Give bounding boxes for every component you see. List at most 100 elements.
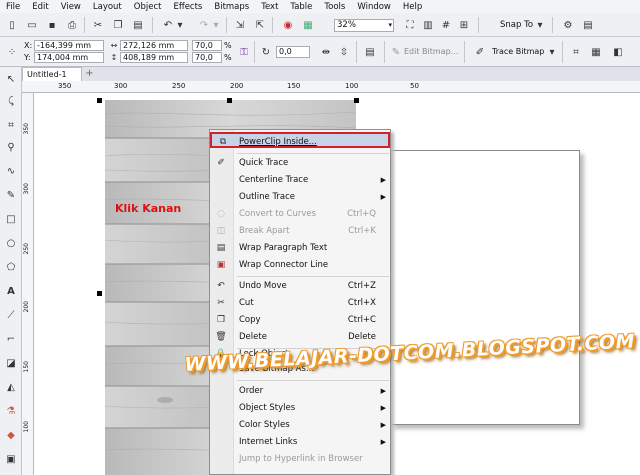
resample-icon[interactable]: ▦ bbox=[588, 44, 604, 60]
horizontal-ruler[interactable]: 350 300 250 200 150 100 50 bbox=[22, 81, 640, 93]
print-icon[interactable]: ⎙ bbox=[64, 17, 80, 33]
menu-item-quick-trace[interactable]: ✐ Quick Trace bbox=[210, 155, 390, 171]
rulers-icon[interactable]: ▥ bbox=[420, 17, 436, 33]
polygon-tool-icon[interactable]: ⬠ bbox=[3, 259, 19, 275]
copy-icon[interactable]: ❐ bbox=[110, 17, 126, 33]
menu-item-undo-move[interactable]: ↶ Undo Move Ctrl+Z bbox=[210, 278, 390, 294]
selection-handle[interactable] bbox=[354, 98, 359, 103]
redo-icon[interactable]: ↷ bbox=[196, 17, 212, 33]
percent-label: % bbox=[224, 53, 232, 62]
chevron-down-icon[interactable]: ▾ bbox=[176, 17, 184, 33]
menu-item-object-styles[interactable]: Object Styles ▶ bbox=[210, 400, 390, 416]
menu-item-centerline-trace[interactable]: Centerline Trace ▶ bbox=[210, 172, 390, 188]
menu-bitmaps[interactable]: Bitmaps bbox=[214, 2, 249, 12]
selection-handle[interactable] bbox=[97, 98, 102, 103]
chevron-down-icon[interactable]: ▾ bbox=[212, 17, 220, 33]
menu-item-convert-to-curves[interactable]: ◌ Convert to Curves Ctrl+Q bbox=[210, 206, 390, 222]
welcome-screen-icon[interactable]: ▦ bbox=[300, 17, 316, 33]
launch-icon[interactable]: ▤ bbox=[580, 17, 596, 33]
text-tool-icon[interactable]: A bbox=[3, 283, 19, 299]
artistic-media-icon[interactable]: ✎ bbox=[3, 187, 19, 203]
pick-tool-icon[interactable]: ↖ bbox=[3, 71, 19, 87]
width-field[interactable]: 272,126 mm bbox=[120, 40, 188, 51]
chevron-down-icon[interactable]: ▾ bbox=[548, 44, 556, 60]
export-icon[interactable]: ⇱ bbox=[252, 17, 268, 33]
mirror-horizontal-icon[interactable]: ⇹ bbox=[318, 44, 334, 60]
height-field[interactable]: 408,189 mm bbox=[120, 52, 188, 63]
drop-shadow-icon[interactable]: ◪ bbox=[3, 355, 19, 371]
freehand-tool-icon[interactable]: ∿ bbox=[3, 163, 19, 179]
chevron-down-icon[interactable]: ▾ bbox=[536, 17, 544, 33]
menu-edit[interactable]: Edit bbox=[32, 2, 48, 12]
menu-object[interactable]: Object bbox=[134, 2, 162, 12]
object-origin-icon[interactable]: ⁘ bbox=[4, 44, 20, 60]
menu-item-powerclip-inside[interactable]: ⧉ PowerClip Inside... bbox=[210, 132, 390, 148]
import-icon[interactable]: ⇲ bbox=[232, 17, 248, 33]
menu-item-color-styles[interactable]: Color Styles ▶ bbox=[210, 417, 390, 433]
guidelines-icon[interactable]: ⊞ bbox=[456, 17, 472, 33]
menu-item-copy[interactable]: ❐ Copy Ctrl+C bbox=[210, 312, 390, 328]
rotation-angle-field[interactable]: 0,0 bbox=[276, 46, 310, 58]
vertical-ruler[interactable]: 350 300 250 200 150 100 bbox=[22, 93, 34, 475]
selection-handle[interactable] bbox=[227, 98, 232, 103]
crop-tool-icon[interactable]: ⌗ bbox=[3, 117, 19, 133]
transparency-icon[interactable]: ◭ bbox=[3, 379, 19, 395]
menu-item-delete[interactable]: 🗑 Delete Delete bbox=[210, 329, 390, 345]
snap-to-button[interactable]: Snap To bbox=[500, 20, 533, 30]
trace-bitmap-button[interactable]: Trace Bitmap bbox=[492, 47, 544, 56]
eyedropper-icon[interactable]: ⚗ bbox=[3, 403, 19, 419]
paste-icon[interactable]: ▤ bbox=[130, 17, 146, 33]
scale-y-field[interactable]: 70,0 bbox=[192, 52, 222, 63]
selection-handle[interactable] bbox=[97, 291, 102, 296]
lock-ratio-icon[interactable]: ⚿ bbox=[236, 44, 252, 60]
chevron-down-icon[interactable]: ▾ bbox=[388, 20, 392, 31]
edit-bitmap-button[interactable]: Edit Bitmap... bbox=[404, 47, 458, 56]
crop-bitmap-icon[interactable]: ⌗ bbox=[568, 44, 584, 60]
menu-table[interactable]: Table bbox=[290, 2, 312, 12]
x-position-field[interactable]: -164,399 mm bbox=[34, 40, 104, 51]
parallel-dimension-icon[interactable]: ⟋ bbox=[3, 307, 19, 323]
zoom-tool-icon[interactable]: ⚲ bbox=[3, 139, 19, 155]
y-position-field[interactable]: 174,004 mm bbox=[34, 52, 104, 63]
wrap-text-icon[interactable]: ▤ bbox=[362, 44, 378, 60]
open-icon[interactable]: ▭ bbox=[24, 17, 40, 33]
add-tab-icon[interactable]: + bbox=[84, 69, 95, 80]
menu-item-jump-to-hyperlink[interactable]: Jump to Hyperlink in Browser bbox=[210, 451, 390, 467]
shape-tool-icon[interactable]: ⤹ bbox=[3, 93, 19, 109]
menu-item-wrap-connector-line[interactable]: ▣ Wrap Connector Line bbox=[210, 257, 390, 273]
menu-item-cut[interactable]: ✂ Cut Ctrl+X bbox=[210, 295, 390, 311]
edit-bitmap-icon[interactable]: ✎ bbox=[388, 44, 404, 60]
fill-tool-icon[interactable]: ◆ bbox=[3, 427, 19, 443]
cut-icon[interactable]: ✂ bbox=[90, 17, 106, 33]
mirror-vertical-icon[interactable]: ⇳ bbox=[336, 44, 352, 60]
menu-tools[interactable]: Tools bbox=[324, 2, 345, 12]
undo-icon[interactable]: ↶ bbox=[160, 17, 176, 33]
save-icon[interactable]: ▪ bbox=[44, 17, 60, 33]
bitmap-color-mask-icon[interactable]: ◧ bbox=[610, 44, 626, 60]
connector-tool-icon[interactable]: ⌐ bbox=[3, 331, 19, 347]
menu-view[interactable]: View bbox=[61, 2, 81, 12]
options-icon[interactable]: ⚙ bbox=[560, 17, 576, 33]
scale-x-field[interactable]: 70,0 bbox=[192, 40, 222, 51]
zoom-level-field[interactable]: 32% ▾ bbox=[334, 19, 394, 32]
menu-item-order[interactable]: Order ▶ bbox=[210, 383, 390, 399]
menu-layout[interactable]: Layout bbox=[93, 2, 122, 12]
ellipse-tool-icon[interactable]: ○ bbox=[3, 235, 19, 251]
corel-app-icon[interactable]: ◉ bbox=[280, 17, 296, 33]
menu-item-internet-links[interactable]: Internet Links ▶ bbox=[210, 434, 390, 450]
smart-fill-icon[interactable]: ▣ bbox=[3, 451, 19, 467]
rectangle-tool-icon[interactable]: □ bbox=[3, 211, 19, 227]
menu-window[interactable]: Window bbox=[357, 2, 391, 12]
grid-icon[interactable]: # bbox=[438, 17, 454, 33]
trace-bitmap-icon[interactable]: ✐ bbox=[472, 44, 488, 60]
full-screen-icon[interactable]: ⛶ bbox=[402, 17, 418, 33]
menu-text[interactable]: Text bbox=[261, 2, 278, 12]
menu-file[interactable]: File bbox=[6, 2, 20, 12]
menu-item-outline-trace[interactable]: Outline Trace ▶ bbox=[210, 189, 390, 205]
menu-item-wrap-paragraph-text[interactable]: ▤ Wrap Paragraph Text bbox=[210, 240, 390, 256]
document-tab[interactable]: Untitled-1 bbox=[22, 67, 82, 81]
menu-effects[interactable]: Effects bbox=[173, 2, 202, 12]
menu-item-break-apart[interactable]: ◫ Break Apart Ctrl+K bbox=[210, 223, 390, 239]
new-document-icon[interactable]: ▯ bbox=[4, 17, 20, 33]
menu-help[interactable]: Help bbox=[403, 2, 422, 12]
